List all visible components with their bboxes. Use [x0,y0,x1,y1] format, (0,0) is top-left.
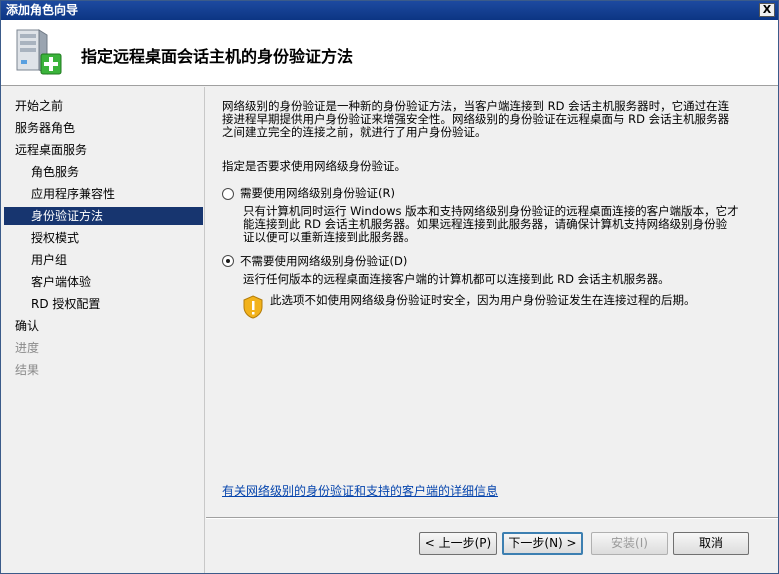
step-before-you-begin[interactable]: 开始之前 [4,97,203,115]
wizard-steps-sidebar: 开始之前 服务器角色 远程桌面服务 角色服务 应用程序兼容性 身份验证方法 授权… [1,87,205,573]
server-add-icon [16,29,62,75]
intro-line-3: 之间建立完全的连接之前，就进行了用户身份验证。 [222,125,487,139]
step-server-roles[interactable]: 服务器角色 [4,119,203,137]
step-rd-licensing-config[interactable]: RD 授权配置 [4,295,203,313]
require-nla-desc-line-3: 证以便可以重新连接到此服务器。 [243,230,416,244]
page-title: 指定远程桌面会话主机的身份验证方法 [81,47,354,66]
nla-details-link[interactable]: 有关网络级别的身份验证和支持的客户端的详细信息 [222,482,498,499]
title-bar: 添加角色向导 X [1,1,778,20]
step-progress: 进度 [15,341,40,355]
warning-shield-icon [243,295,263,319]
require-nla-label[interactable]: 需要使用网络级别身份验证(R) [240,187,395,200]
cancel-button[interactable]: 取消 [673,532,749,555]
step-results: 结果 [15,363,40,377]
require-nla-radio[interactable] [222,188,234,200]
step-authentication-method[interactable]: 身份验证方法 [4,207,203,225]
install-button: 安装(I) [591,532,668,555]
close-button[interactable]: X [759,3,775,17]
add-roles-wizard-window: 添加角色向导 X 指定远程桌面会话主机的身份验证方法 开始之前 服务器角色 远程… [0,0,779,574]
wizard-header: 指定远程桌面会话主机的身份验证方法 [1,20,778,86]
previous-button[interactable]: < 上一步(P) [419,532,497,555]
step-confirmation[interactable]: 确认 [4,317,203,335]
auth-question: 指定是否要求使用网络级身份验证。 [222,159,406,173]
step-role-services[interactable]: 角色服务 [4,163,203,181]
step-remote-desktop-services[interactable]: 远程桌面服务 [4,141,203,159]
window-title: 添加角色向导 [6,3,79,17]
footer-divider-highlight [206,518,778,519]
step-licensing-mode[interactable]: 授权模式 [4,229,203,247]
no-nla-desc: 运行任何版本的远程桌面连接客户端的计算机都可以连接到此 RD 会话主机服务器。 [243,272,670,286]
step-client-experience[interactable]: 客户端体验 [4,273,203,291]
wizard-content: 网络级别的身份验证是一种新的身份验证方法，当客户端连接到 RD 会话主机服务器时… [206,87,778,519]
step-user-groups[interactable]: 用户组 [4,251,203,269]
warning-text: 此选项不如使用网络级身份验证时安全，因为用户身份验证发生在连接过程的后期。 [270,293,696,307]
next-button[interactable]: 下一步(N) > [502,532,583,555]
no-nla-radio[interactable] [222,255,234,267]
step-application-compatibility[interactable]: 应用程序兼容性 [4,185,203,203]
no-nla-label[interactable]: 不需要使用网络级别身份验证(D) [240,255,407,268]
